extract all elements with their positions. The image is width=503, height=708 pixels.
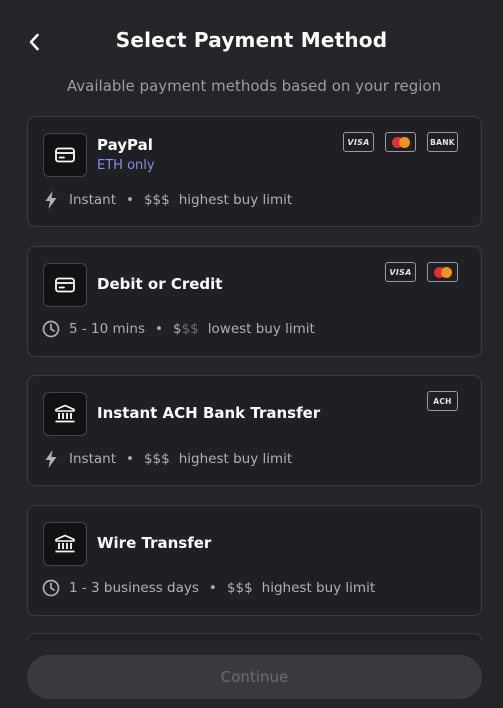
payment-option-debit-credit[interactable]: Debit or Credit VISA 5 - 10 mins • $ $$ l… [27,246,482,357]
method-badges: ACH [427,391,458,411]
method-badges: VISA [385,262,458,282]
continue-button[interactable]: Continue [27,655,482,699]
method-name: PayPal [97,136,153,154]
page-subtitle: Available payment methods based on your … [66,77,442,95]
method-price-dim: $$ [181,321,199,337]
mastercard-icon [427,262,458,282]
method-speed: 5 - 10 mins [69,321,146,337]
card-icon [55,147,75,163]
method-icon-box [43,133,87,177]
method-meta: Instant • $$$ highest buy limit [41,449,292,469]
method-limit: lowest buy limit [207,321,315,337]
card-icon [55,277,75,293]
payment-option-wire-transfer[interactable]: Wire Transfer 1 - 3 business days • $$$ … [27,505,482,616]
method-price: $$$ [143,192,170,208]
mastercard-icon [385,132,416,152]
method-note: ETH only [97,158,155,173]
page-title: Select Payment Method [115,28,388,52]
header: Select Payment Method Available payment … [0,0,503,95]
method-price: $ [172,321,182,337]
payment-option-paypal[interactable]: PayPal ETH only VISA BANK Instant • $$$ … [27,116,482,227]
payment-option-instant-ach[interactable]: Instant ACH Bank Transfer ACH Instant • … [27,375,482,486]
clock-icon [41,578,61,598]
lightning-icon [41,190,61,210]
bank-badge: BANK [427,132,458,152]
separator-dot: • [126,192,134,208]
separator-dot: • [126,451,134,467]
bank-icon [55,404,75,423]
ach-badge: ACH [427,391,458,411]
method-meta: 5 - 10 mins • $ $$ lowest buy limit [41,319,315,339]
method-price: $$$ [143,451,170,467]
method-name: Instant ACH Bank Transfer [97,404,321,422]
method-badges: VISA BANK [343,132,458,152]
separator-dot: • [208,580,217,596]
visa-badge: VISA [343,132,374,152]
method-speed: 1 - 3 business days [69,580,199,596]
separator-dot: • [155,321,163,337]
method-limit: highest buy limit [261,580,376,596]
method-limit: highest buy limit [178,192,293,208]
method-meta: Instant • $$$ highest buy limit [41,190,292,210]
clock-icon [41,319,61,339]
visa-badge: VISA [385,262,416,282]
method-limit: highest buy limit [178,451,293,467]
method-name: Wire Transfer [97,534,212,552]
method-speed: Instant [69,192,116,208]
lightning-icon [41,449,61,469]
method-icon-box [43,392,87,436]
method-name: Debit or Credit [97,275,223,293]
method-icon-box [43,263,87,307]
method-speed: Instant [69,451,116,467]
method-price: $$$ [226,580,253,596]
method-icon-box [43,522,87,566]
method-meta: 1 - 3 business days • $$$ highest buy li… [41,578,375,598]
bank-icon [55,534,75,553]
